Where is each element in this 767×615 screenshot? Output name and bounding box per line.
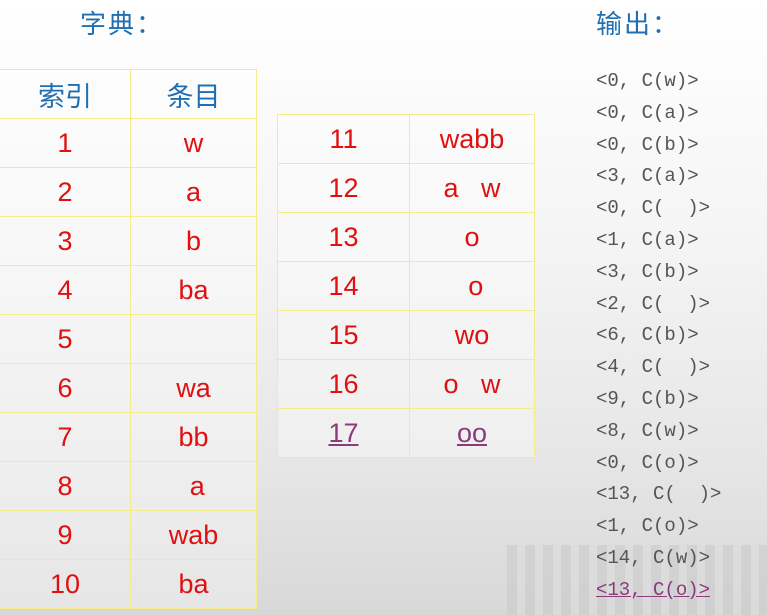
table-row: 2a xyxy=(0,167,257,217)
entry-cell: o xyxy=(409,212,535,262)
entry-cell: b xyxy=(130,216,257,266)
entry-cell: a xyxy=(130,461,257,511)
table-row: 6 wa xyxy=(0,363,257,413)
output-list: <0, C(w)> <0, C(a)> <0, C(b)> <3, C(a)> … xyxy=(596,66,721,607)
output-item: <0, C( )> xyxy=(596,197,711,220)
index-cell: 15 xyxy=(277,310,410,360)
entry-cell: wab xyxy=(130,510,257,560)
table-row: 10 ba xyxy=(0,559,257,609)
index-cell: 7 xyxy=(0,412,131,462)
entry-cell: a w xyxy=(409,163,535,213)
output-item: <0, C(b)> xyxy=(596,133,699,156)
entry-cell: wa xyxy=(130,363,257,413)
output-item: <0, C(a)> xyxy=(596,101,699,124)
index-cell: 11 xyxy=(277,114,410,164)
entry-cell: wo xyxy=(409,310,535,360)
index-cell: 17 xyxy=(277,408,410,458)
index-cell: 14 xyxy=(277,261,410,311)
index-cell: 13 xyxy=(277,212,410,262)
entry-cell: o xyxy=(409,261,535,311)
table-row: 15 wo xyxy=(277,310,535,360)
index-cell: 5 xyxy=(0,314,131,364)
output-item: <3, C(b)> xyxy=(596,260,699,283)
entry-cell: bb xyxy=(130,412,257,462)
table-row: 4 ba xyxy=(0,265,257,315)
index-cell: 1 xyxy=(0,118,131,168)
table-row: 1w xyxy=(0,118,257,168)
dictionary-table-1: 索引 条目 1w 2a 3b 4 ba 5 6 wa 7 bb 8 a 9 wab 10… xyxy=(0,69,257,609)
output-item: <0, C(o)> xyxy=(596,451,699,474)
entry-cell xyxy=(130,314,257,364)
entry-cell: o w xyxy=(409,359,535,409)
index-cell: 4 xyxy=(0,265,131,315)
output-item: <6, C(b)> xyxy=(596,324,699,347)
output-item: <8, C(w)> xyxy=(596,419,699,442)
table-row: 8 a xyxy=(0,461,257,511)
output-item: <13, C( )> xyxy=(596,483,722,506)
output-item: <1, C(o)> xyxy=(596,515,699,538)
index-cell: 9 xyxy=(0,510,131,560)
table-header-row: 索引 条目 xyxy=(0,69,257,119)
index-cell: 2 xyxy=(0,167,131,217)
table-row: 12 a w xyxy=(277,163,535,213)
output-item-new: <13, C(o)> xyxy=(596,578,711,601)
output-item: <2, C( )> xyxy=(596,292,711,315)
index-cell: 12 xyxy=(277,163,410,213)
table-row: 7 bb xyxy=(0,412,257,462)
dictionary-heading: 字典： xyxy=(80,10,165,40)
table-row: 11 wabb xyxy=(277,114,535,164)
table-row: 3b xyxy=(0,216,257,266)
index-header: 索引 xyxy=(0,69,131,119)
output-item: <3, C(a)> xyxy=(596,165,699,188)
output-item: <0, C(w)> xyxy=(596,70,699,92)
output-heading: 输出： xyxy=(596,10,681,40)
entry-cell: wabb xyxy=(409,114,535,164)
output-item: <4, C( )> xyxy=(596,356,711,379)
index-cell: 10 xyxy=(0,559,131,609)
index-cell: 8 xyxy=(0,461,131,511)
table-row: 16 o w xyxy=(277,359,535,409)
output-item: <1, C(a)> xyxy=(596,228,699,251)
dictionary-table-2: 11 wabb 12 a w 13 o 14 o 15 wo 16 o w 17 oo xyxy=(277,114,535,458)
table-row: 9 wab xyxy=(0,510,257,560)
index-cell: 3 xyxy=(0,216,131,266)
index-cell: 6 xyxy=(0,363,131,413)
table-row: 5 xyxy=(0,314,257,364)
entry-cell: a xyxy=(130,167,257,217)
entry-cell: oo xyxy=(409,408,535,458)
entry-cell: ba xyxy=(130,559,257,609)
entry-cell: w xyxy=(130,118,257,168)
table-row: 13 o xyxy=(277,212,535,262)
index-cell: 16 xyxy=(277,359,410,409)
entry-header: 条目 xyxy=(130,69,257,119)
entry-cell: ba xyxy=(130,265,257,315)
table-row-new: 17 oo xyxy=(277,408,535,458)
output-item: <9, C(b)> xyxy=(596,387,699,410)
table-row: 14 o xyxy=(277,261,535,311)
output-item: <14, C(w)> xyxy=(596,546,711,569)
